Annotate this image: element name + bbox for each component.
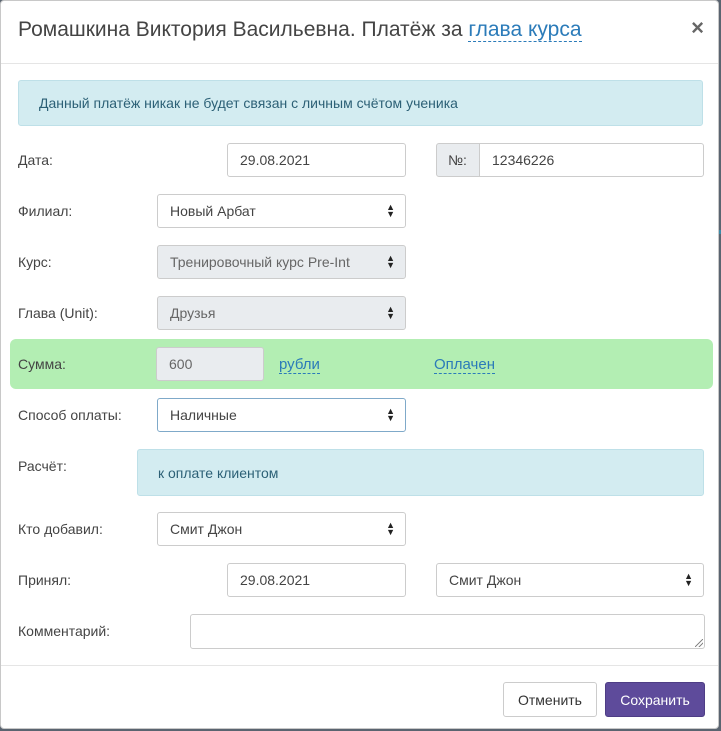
- close-icon[interactable]: ×: [691, 17, 704, 39]
- calculation-label: Расчёт:: [18, 458, 67, 474]
- payment-type-link[interactable]: глава курса: [468, 18, 582, 42]
- comment-label: Комментарий:: [18, 623, 111, 639]
- payment-method-value: Наличные: [170, 407, 237, 423]
- payment-modal: Ромашкина Виктория Васильевна. Платёж за…: [0, 0, 719, 729]
- course-label: Курс:: [18, 254, 52, 270]
- unit-label: Глава (Unit):: [18, 305, 98, 321]
- course-select: Тренировочный курс Pre-Int ▲ ▼: [157, 245, 406, 279]
- payment-status-link[interactable]: Оплачен: [434, 356, 495, 374]
- info-alert: Данный платёж никак не будет связан с ли…: [18, 80, 703, 126]
- payment-method-label: Способ оплаты:: [18, 407, 122, 423]
- select-updown-icon: ▲ ▼: [386, 304, 395, 321]
- received-by-value: Смит Джон: [449, 572, 522, 588]
- unit-value: Друзья: [170, 305, 216, 321]
- cancel-button[interactable]: Отменить: [503, 682, 597, 717]
- number-addon: №:: [436, 143, 480, 177]
- received-label: Принял:: [18, 572, 72, 588]
- added-by-select[interactable]: Смит Джон ▲ ▼: [157, 512, 406, 546]
- modal-footer-divider: [1, 665, 718, 666]
- received-date-input[interactable]: 29.08.2021: [227, 563, 406, 597]
- number-input[interactable]: 12346226: [479, 143, 704, 177]
- unit-select: Друзья ▲ ▼: [157, 296, 406, 330]
- select-updown-icon: ▲ ▼: [386, 202, 395, 219]
- resize-handle-icon[interactable]: [695, 639, 703, 647]
- date-input[interactable]: 29.08.2021: [227, 143, 406, 177]
- course-value: Тренировочный курс Pre-Int: [170, 254, 350, 270]
- received-by-select[interactable]: Смит Джон ▲ ▼: [436, 563, 704, 597]
- select-updown-icon: ▲ ▼: [386, 253, 395, 270]
- select-updown-icon: ▲ ▼: [386, 520, 395, 537]
- branch-value: Новый Арбат: [170, 203, 256, 219]
- payment-method-select[interactable]: Наличные ▲ ▼: [157, 398, 406, 432]
- branch-label: Филиал:: [18, 203, 73, 219]
- added-by-label: Кто добавил:: [18, 521, 103, 537]
- save-button[interactable]: Сохранить: [605, 682, 705, 717]
- sum-input[interactable]: 600: [156, 347, 264, 381]
- modal-header: Ромашкина Виктория Васильевна. Платёж за…: [1, 1, 718, 64]
- sum-label: Сумма:: [18, 356, 66, 372]
- currency-link[interactable]: рубли: [279, 356, 320, 374]
- branch-select[interactable]: Новый Арбат ▲ ▼: [157, 194, 406, 228]
- date-label: Дата:: [18, 152, 53, 168]
- comment-textarea[interactable]: [190, 614, 705, 649]
- paid-sum-row: [10, 339, 713, 389]
- added-by-value: Смит Джон: [170, 521, 243, 537]
- select-updown-icon: ▲ ▼: [684, 571, 693, 588]
- calculation-box: к оплате клиентом: [137, 449, 704, 496]
- modal-title-text: Ромашкина Виктория Васильевна. Платёж за: [18, 18, 463, 41]
- select-updown-icon: ▲ ▼: [386, 406, 395, 423]
- modal-title: Ромашкина Виктория Васильевна. Платёж за…: [18, 18, 582, 42]
